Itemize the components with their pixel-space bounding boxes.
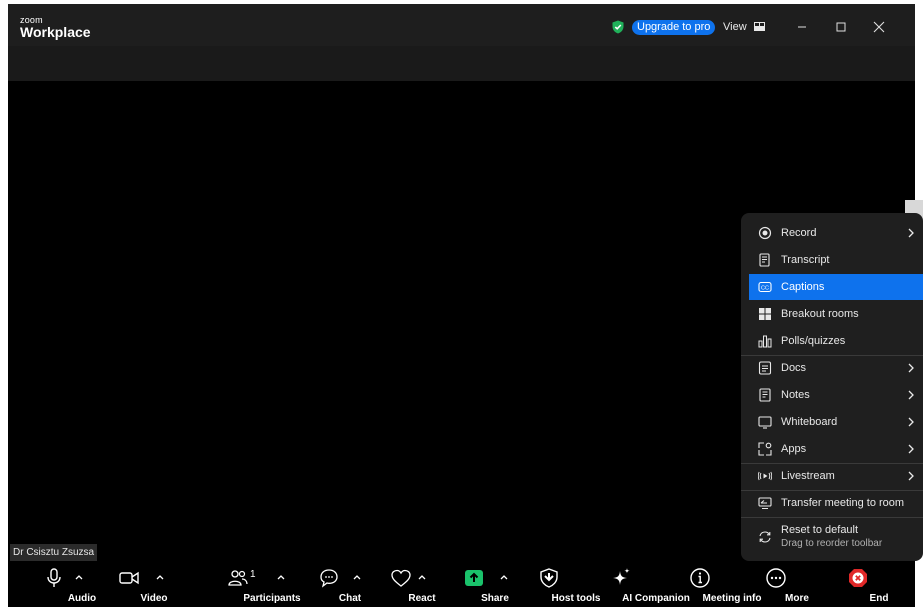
menu-label-breakout-rooms: Breakout rooms xyxy=(781,308,859,320)
menu-label-captions: Captions xyxy=(781,281,825,293)
audio-button[interactable]: Audio xyxy=(26,564,96,607)
menu-label-reset-toolbar: Reset to default xyxy=(781,524,859,536)
menu-sublabel-reset-toolbar: Drag to reorder toolbar xyxy=(781,538,883,549)
zoom-logo: zoom Workplace xyxy=(20,16,91,40)
shield-check-icon xyxy=(612,20,624,34)
share-button[interactable]: Share xyxy=(453,564,509,607)
minimize-icon xyxy=(798,26,806,28)
microphone-icon xyxy=(47,568,61,587)
end-button[interactable]: End xyxy=(837,564,888,607)
captions-icon: CC xyxy=(758,281,772,293)
notes-icon xyxy=(759,388,771,402)
menu-item-transcript[interactable]: Transcript xyxy=(741,247,923,273)
participants-label: Participants xyxy=(243,593,301,604)
participants-button[interactable]: 1 Participants xyxy=(208,564,301,607)
reset-icon xyxy=(759,531,771,543)
menu-label-transfer-meeting: Transfer meeting to room xyxy=(781,497,905,509)
info-icon xyxy=(690,568,710,588)
menu-item-captions[interactable]: CC Captions xyxy=(749,274,923,300)
participants-count: 1 xyxy=(250,569,256,580)
title-bar: zoom Workplace Upgrade to pro View xyxy=(8,4,915,46)
menu-label-transcript: Transcript xyxy=(781,254,830,266)
menu-item-whiteboard[interactable]: Whiteboard xyxy=(741,409,923,435)
chevron-right-icon xyxy=(908,390,914,400)
menu-item-reset-toolbar[interactable]: Reset to default Drag to reorder toolbar xyxy=(741,517,923,557)
svg-text:CC: CC xyxy=(761,286,769,292)
chevron-right-icon xyxy=(908,228,914,238)
livestream-icon xyxy=(758,471,772,481)
menu-item-notes[interactable]: Notes xyxy=(741,382,923,408)
participant-name-tag: Dr Csisztu Zsuzsa xyxy=(10,544,98,561)
share-label: Share xyxy=(481,593,509,604)
meeting-toolbar: Audio Video 1 Participants Chat React Sh… xyxy=(8,564,915,607)
participants-options-caret[interactable] xyxy=(276,572,286,582)
chevron-right-icon xyxy=(908,417,914,427)
view-grid-icon xyxy=(753,22,765,31)
end-label: End xyxy=(869,593,889,604)
logo-big-text: Workplace xyxy=(20,24,91,40)
menu-label-docs: Docs xyxy=(781,362,807,374)
maximize-button[interactable] xyxy=(830,16,852,38)
meeting-top-bar xyxy=(8,46,915,81)
menu-label-apps: Apps xyxy=(781,443,807,455)
maximize-icon xyxy=(836,22,846,32)
record-icon xyxy=(758,226,772,240)
menu-label-livestream: Livestream xyxy=(781,470,835,482)
chevron-right-icon xyxy=(908,471,914,481)
chat-button[interactable]: Chat xyxy=(308,564,361,607)
chevron-right-icon xyxy=(908,363,914,373)
menu-item-apps[interactable]: Apps xyxy=(741,436,923,462)
menu-item-polls[interactable]: Polls/quizzes xyxy=(741,328,923,354)
video-camera-icon xyxy=(119,571,139,585)
more-ellipsis-icon xyxy=(766,568,786,588)
video-options-caret[interactable] xyxy=(155,572,165,582)
ai-companion-sparkle-icon xyxy=(613,568,630,585)
ai-companion-button[interactable]: AI Companion xyxy=(586,564,690,607)
menu-item-breakout-rooms[interactable]: Breakout rooms xyxy=(741,301,923,327)
chevron-right-icon xyxy=(908,444,914,454)
menu-item-transfer-meeting[interactable]: Transfer meeting to room xyxy=(741,490,923,516)
breakout-rooms-icon xyxy=(759,308,771,320)
react-options-caret[interactable] xyxy=(417,572,427,582)
react-label: React xyxy=(408,593,436,604)
menu-label-notes: Notes xyxy=(781,389,810,401)
view-button[interactable]: View xyxy=(723,19,765,35)
end-meeting-icon xyxy=(849,569,867,587)
meeting-info-button[interactable]: Meeting info xyxy=(668,564,761,607)
menu-item-record[interactable]: Record xyxy=(741,220,923,246)
menu-item-docs[interactable]: Docs xyxy=(741,355,923,381)
heart-icon xyxy=(391,569,411,587)
close-button[interactable] xyxy=(868,16,890,38)
host-tools-shield-icon xyxy=(540,568,558,588)
react-button[interactable]: React xyxy=(380,564,436,607)
upgrade-to-pro-button[interactable]: Upgrade to pro xyxy=(632,20,716,35)
polls-icon xyxy=(758,335,772,348)
video-button[interactable]: Video xyxy=(104,564,168,607)
more-label: More xyxy=(785,593,809,604)
transcript-icon xyxy=(759,253,770,267)
more-menu: Record Transcript CC Captions Breakout r… xyxy=(741,213,923,561)
apps-icon xyxy=(758,442,772,456)
audio-options-caret[interactable] xyxy=(74,572,84,582)
share-options-caret[interactable] xyxy=(499,572,509,582)
video-label: Video xyxy=(140,593,168,604)
menu-item-livestream[interactable]: Livestream xyxy=(741,463,923,489)
menu-label-polls: Polls/quizzes xyxy=(781,335,846,347)
minimize-button[interactable] xyxy=(791,16,813,38)
view-label: View xyxy=(723,21,747,33)
transfer-icon xyxy=(758,497,772,509)
chat-label: Chat xyxy=(338,593,362,604)
whiteboard-icon xyxy=(758,416,772,429)
docs-icon xyxy=(758,361,772,375)
audio-label: Audio xyxy=(67,593,97,604)
chat-icon xyxy=(320,569,338,588)
participants-icon xyxy=(228,570,248,586)
menu-label-record: Record xyxy=(781,227,817,239)
menu-label-whiteboard: Whiteboard xyxy=(781,416,838,428)
more-button[interactable]: More xyxy=(755,564,809,607)
close-icon xyxy=(873,21,885,33)
share-screen-icon xyxy=(465,570,483,586)
host-tools-button[interactable]: Host tools xyxy=(522,564,600,607)
chat-options-caret[interactable] xyxy=(352,572,362,582)
